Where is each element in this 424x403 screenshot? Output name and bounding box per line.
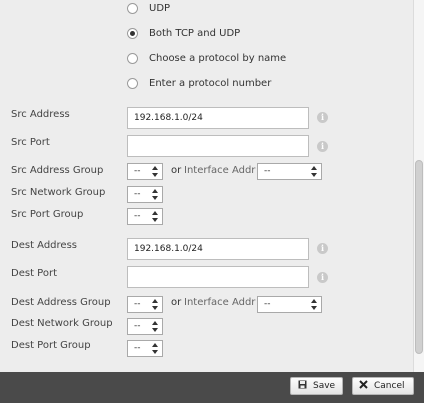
src-port-group-value: -- — [134, 211, 141, 221]
radio-both-row[interactable]: Both TCP and UDP — [127, 23, 240, 43]
save-button-label: Save — [313, 381, 336, 391]
dest-port-group-select[interactable]: -- — [127, 340, 163, 357]
dest-address-input[interactable]: 192.168.1.0/24 — [127, 238, 309, 260]
radio-both-label: Both TCP and UDP — [149, 27, 241, 39]
src-address-label: Src Address — [11, 109, 70, 120]
save-button[interactable]: Save — [290, 377, 344, 395]
dest-address-group-label: Dest Address Group — [11, 297, 111, 308]
radio-both-tcp-udp[interactable] — [127, 27, 138, 39]
dest-port-label: Dest Port — [11, 268, 57, 279]
dest-address-group-select[interactable]: -- — [127, 296, 163, 313]
src-interface-addr-value: -- — [264, 166, 271, 176]
src-network-group-label: Src Network Group — [11, 187, 106, 198]
select-arrows-icon — [151, 164, 159, 179]
src-address-group-select[interactable]: -- — [127, 163, 163, 180]
select-arrows-icon — [151, 341, 159, 356]
dest-address-group-value: -- — [134, 299, 141, 309]
dest-interface-addr-select[interactable]: -- — [257, 296, 322, 313]
dest-port-group-value: -- — [134, 343, 141, 353]
close-icon — [359, 380, 368, 392]
dest-network-group-select[interactable]: -- — [127, 318, 163, 335]
dest-address-info-icon[interactable]: i — [317, 243, 328, 254]
cancel-button[interactable]: Cancel — [352, 377, 414, 395]
src-address-info-icon[interactable]: i — [317, 112, 328, 123]
cancel-button-label: Cancel — [374, 381, 405, 391]
dest-interface-addr-label: Interface Addr — [184, 297, 256, 308]
select-arrows-icon — [151, 187, 159, 202]
scrollbar-thumb[interactable] — [415, 160, 423, 354]
src-address-group-label: Src Address Group — [11, 165, 104, 176]
src-network-group-select[interactable]: -- — [127, 186, 163, 203]
select-arrows-icon — [151, 297, 159, 312]
src-port-input[interactable] — [127, 135, 309, 157]
radio-udp[interactable] — [127, 2, 138, 14]
src-or-text: or — [171, 165, 182, 176]
dest-network-group-label: Dest Network Group — [11, 318, 113, 329]
src-network-group-value: -- — [134, 189, 141, 199]
select-arrows-icon — [151, 319, 159, 334]
radio-by-name[interactable] — [127, 52, 138, 64]
dest-port-input[interactable] — [127, 266, 309, 288]
radio-by-number-label: Enter a protocol number — [149, 77, 272, 89]
dest-interface-addr-value: -- — [264, 299, 271, 309]
radio-udp-label: UDP — [149, 2, 171, 14]
dest-or-text: or — [171, 297, 182, 308]
src-address-group-value: -- — [134, 166, 141, 176]
radio-udp-row[interactable]: UDP — [127, 0, 170, 18]
src-port-label: Src Port — [11, 137, 50, 148]
select-arrows-icon — [310, 297, 318, 312]
src-address-input[interactable]: 192.168.1.0/24 — [127, 107, 309, 129]
src-interface-addr-select[interactable]: -- — [257, 163, 322, 180]
select-arrows-icon — [151, 209, 159, 224]
dest-network-group-value: -- — [134, 321, 141, 331]
src-port-info-icon[interactable]: i — [317, 141, 328, 152]
radio-by-number-row[interactable]: Enter a protocol number — [127, 73, 271, 93]
radio-by-number[interactable] — [127, 77, 138, 89]
src-port-group-label: Src Port Group — [11, 209, 84, 220]
select-arrows-icon — [310, 164, 318, 179]
radio-by-name-label: Choose a protocol by name — [149, 52, 287, 64]
dest-address-label: Dest Address — [11, 240, 77, 251]
src-port-group-select[interactable]: -- — [127, 208, 163, 225]
radio-by-name-row[interactable]: Choose a protocol by name — [127, 48, 286, 68]
dest-port-info-icon[interactable]: i — [317, 272, 328, 283]
dest-port-group-label: Dest Port Group — [11, 340, 91, 351]
src-interface-addr-label: Interface Addr — [184, 165, 256, 176]
save-icon — [298, 380, 307, 392]
